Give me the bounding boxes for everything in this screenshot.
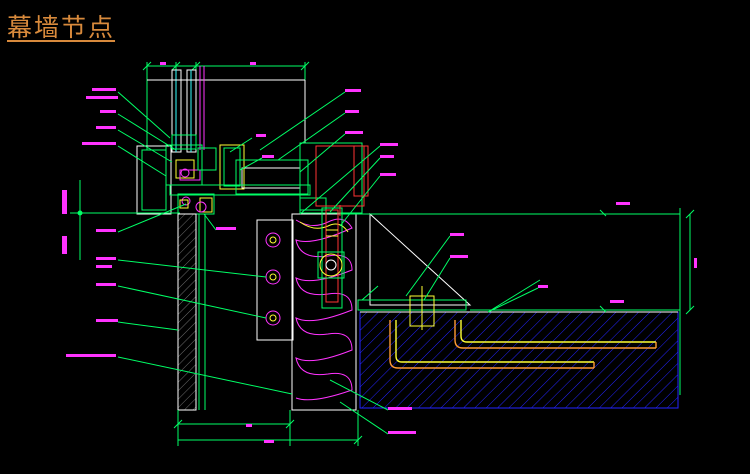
insulation-layer <box>291 213 357 411</box>
upper-frame <box>147 66 306 150</box>
left-dimension <box>70 180 180 260</box>
mullion-profile <box>136 142 369 215</box>
steel-bracket <box>317 207 345 309</box>
callout-marks-left <box>62 88 118 357</box>
anchor-plate <box>256 219 294 341</box>
cad-drawing: 幕墙节点 <box>0 0 750 470</box>
drawing-title: 幕墙节点 <box>7 13 116 42</box>
glass-unit <box>171 69 197 153</box>
curtain-wall-node-detail <box>62 61 697 446</box>
floor-slab <box>359 311 679 409</box>
column-wall <box>177 213 206 411</box>
